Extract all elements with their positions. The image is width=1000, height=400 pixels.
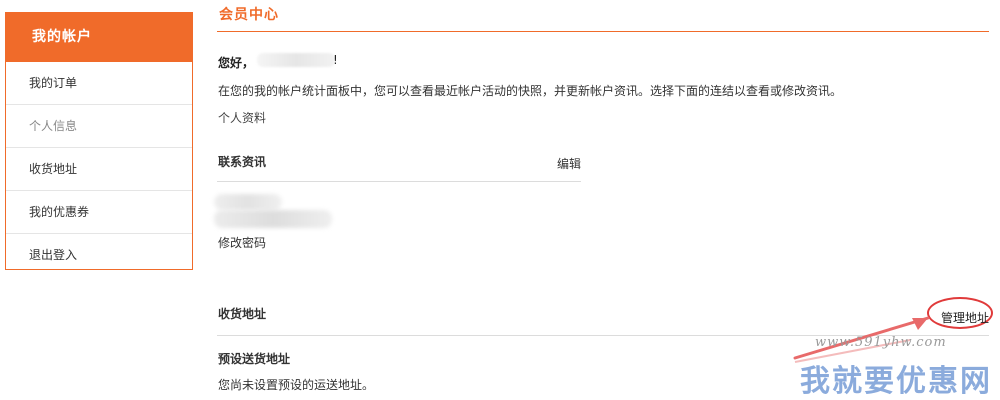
- default-shipping-heading: 预设送货地址: [218, 352, 291, 366]
- address-book-heading: 收货地址: [218, 307, 267, 321]
- default-shipping-text: 您尚未设置预设的运送地址。: [218, 378, 375, 392]
- redacted-contact-email: [214, 210, 332, 228]
- page-title: 会员中心: [219, 7, 279, 23]
- manage-address-link[interactable]: 管理地址: [941, 309, 989, 326]
- contact-info-heading: 联系资讯: [218, 155, 267, 169]
- sidebar-item-orders[interactable]: 我的订单: [6, 62, 192, 105]
- change-password-link[interactable]: 修改密码: [218, 234, 266, 251]
- redacted-username: [257, 53, 335, 67]
- watermark-brand: 我就要优惠网: [800, 364, 992, 399]
- profile-section-label: 个人资料: [218, 111, 267, 125]
- redacted-contact-name: [214, 194, 282, 210]
- title-divider: [217, 31, 989, 32]
- account-sidebar: 我的帐户 我的订单 个人信息 收货地址 我的优惠券 退出登入: [5, 12, 193, 270]
- edit-contact-link[interactable]: 编辑: [557, 155, 581, 172]
- sidebar-item-coupons[interactable]: 我的优惠券: [6, 191, 192, 234]
- contact-divider: [217, 181, 581, 182]
- sidebar-item-address[interactable]: 收货地址: [6, 148, 192, 191]
- sidebar-header: 我的帐户: [6, 13, 192, 62]
- sidebar-item-logout[interactable]: 退出登入: [6, 234, 192, 276]
- dashboard-intro-text: 在您的我的帐户统计面板中，您可以查看最近帐户活动的快照，并更新帐户资讯。选择下面…: [218, 84, 843, 98]
- watermark-url: www.591yhw.com: [815, 335, 947, 350]
- sidebar-item-profile[interactable]: 个人信息: [6, 105, 192, 148]
- greeting-label: 您好，: [218, 56, 255, 70]
- greeting-tail: !: [333, 53, 338, 67]
